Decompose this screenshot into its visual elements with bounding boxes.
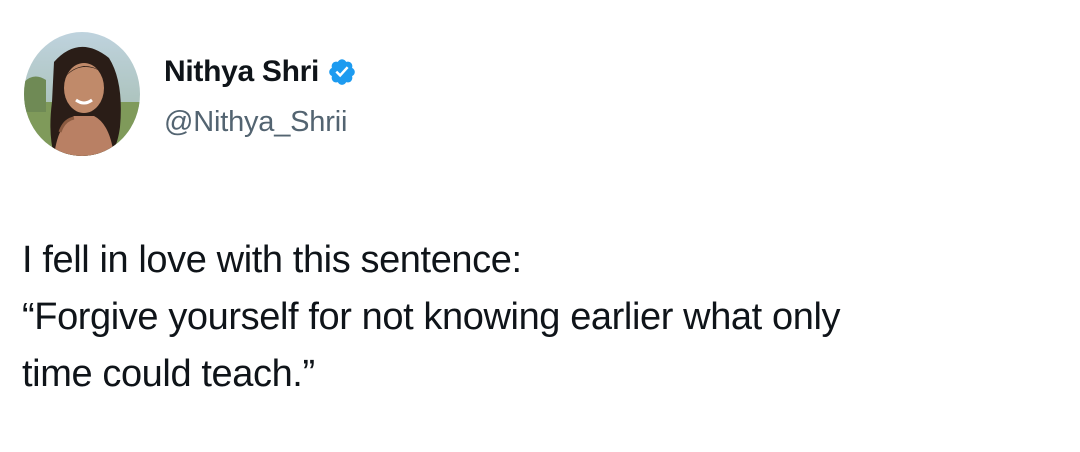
avatar-photo xyxy=(24,32,140,156)
avatar[interactable] xyxy=(24,32,140,156)
tweet-text-line: “Forgive yourself for not knowing earlie… xyxy=(22,296,841,338)
user-handle[interactable]: @Nithya_Shrii xyxy=(164,106,347,139)
display-name[interactable]: Nithya Shri xyxy=(164,55,319,89)
tweet-text-line: time could teach.” xyxy=(22,353,315,395)
tweet-card: Nithya Shri @Nithya_Shrii I fell in love… xyxy=(0,0,1080,452)
verified-badge-icon xyxy=(327,57,357,87)
author-name-row: Nithya Shri xyxy=(164,50,357,94)
tweet-text: I fell in love with this sentence: “Forg… xyxy=(22,232,1062,403)
tweet-text-line: I fell in love with this sentence: xyxy=(22,239,522,281)
